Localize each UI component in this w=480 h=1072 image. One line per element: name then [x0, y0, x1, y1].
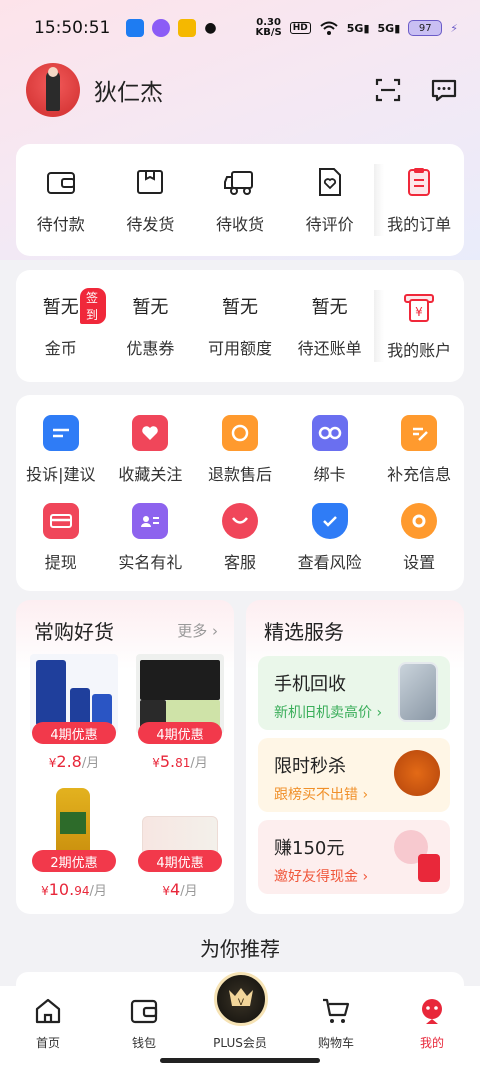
account-icon: ¥ — [404, 294, 435, 322]
order-pending-receipt[interactable]: 待收货 — [195, 144, 285, 256]
product-price: ¥2.8/月 — [48, 752, 100, 771]
battery-icon: 97 — [408, 20, 443, 36]
plus-member-icon[interactable]: V — [214, 972, 268, 1026]
frequent-goods-title: 常购好货 — [34, 620, 114, 644]
red-envelope-image — [418, 854, 440, 882]
asset-coupons[interactable]: 暂无 优惠券 — [106, 270, 196, 382]
wifi-icon — [320, 21, 338, 35]
tab-home[interactable]: 首页 — [0, 986, 96, 1072]
shield-icon — [311, 503, 348, 539]
tool-supplement-info[interactable]: 补充信息 — [374, 415, 464, 503]
checkin-badge[interactable]: 签到 — [80, 288, 106, 324]
product-price: ¥10.94/月 — [41, 880, 107, 899]
asset-credit[interactable]: 暂无 可用额度 — [195, 270, 285, 382]
hd-icon: HD — [289, 22, 311, 34]
status-time: 15:50:51 — [34, 18, 111, 38]
product-card[interactable]: 4期优惠 ¥2.8/月 — [24, 654, 124, 771]
signal-5g-1-icon: 5G▮ — [346, 21, 370, 35]
product-price: ¥4/月 — [162, 880, 198, 899]
installment-tag: 4期优惠 — [32, 722, 116, 744]
installment-tag: 4期优惠 — [138, 850, 222, 872]
more-notifications-icon: ● — [204, 20, 217, 36]
frequent-goods-card: 常购好货 更多 › 4期优惠 ¥2.8/月 4期优惠 ¥5.81/月 2期优惠 … — [16, 600, 234, 914]
username: 狄仁杰 — [94, 80, 163, 106]
network-speed: 0.30 KB/S — [255, 17, 282, 38]
id-card-icon — [132, 503, 169, 539]
asset-coins[interactable]: 签到 暂无 金币 — [16, 270, 106, 382]
assets-card: 签到 暂无 金币 暂无 优惠券 暂无 可用额度 暂无 待还账单 ¥ 我的账户 — [16, 270, 464, 382]
complaint-icon — [42, 415, 79, 451]
my-account[interactable]: ¥ 我的账户 — [374, 270, 464, 382]
home-icon — [35, 998, 61, 1024]
favorite-icon — [132, 415, 169, 451]
avatar[interactable] — [26, 63, 80, 117]
wallet-tab-icon — [130, 999, 158, 1024]
tool-realname[interactable]: 实名有礼 — [106, 503, 196, 591]
asset-bills[interactable]: 暂无 待还账单 — [285, 270, 375, 382]
signal-5g-2-icon: 5G▮ — [377, 21, 401, 35]
service-flash-sale[interactable]: 限时秒杀 跟榜买不出错 › — [258, 738, 450, 812]
refund-icon — [221, 415, 258, 451]
order-pending-review[interactable]: 待评价 — [285, 144, 375, 256]
charging-icon: ⚡ — [450, 21, 458, 35]
gear-icon — [401, 503, 438, 539]
bind-card-icon — [311, 415, 348, 451]
review-icon — [318, 168, 341, 196]
phone-image — [398, 662, 438, 722]
cart-icon — [323, 998, 350, 1023]
svg-text:V: V — [238, 998, 245, 1008]
tool-complaint[interactable]: 投诉|建议 — [16, 415, 106, 503]
truck-icon — [223, 171, 253, 195]
service-icon — [221, 503, 258, 539]
featured-services-title: 精选服务 — [264, 620, 344, 644]
installment-tag: 4期优惠 — [138, 722, 222, 744]
message-icon[interactable] — [430, 76, 458, 104]
tool-refund[interactable]: 退款售后 — [195, 415, 285, 503]
tool-settings[interactable]: 设置 — [374, 503, 464, 591]
svg-text:¥: ¥ — [415, 305, 423, 319]
product-card[interactable]: 4期优惠 ¥5.81/月 — [130, 654, 230, 771]
service-phone-recycle[interactable]: 手机回收 新机旧机卖高价 › — [258, 656, 450, 730]
profile-icon — [422, 999, 442, 1024]
scan-icon[interactable] — [374, 76, 402, 104]
product-card[interactable]: 2期优惠 ¥10.94/月 — [24, 784, 124, 899]
mail-notification-icon — [178, 19, 197, 37]
tool-risk[interactable]: 查看风险 — [285, 503, 375, 591]
featured-services-card: 精选服务 手机回收 新机旧机卖高价 › 限时秒杀 跟榜买不出错 › 赚150元 … — [246, 600, 464, 914]
tools-card: 投诉|建议 收藏关注 退款售后 绑卡 补充信息 提现 实名有礼 客服 查看风险 … — [16, 395, 464, 591]
product-card[interactable]: 4期优惠 ¥4/月 — [130, 784, 230, 899]
tool-withdraw[interactable]: 提现 — [16, 503, 106, 591]
more-link[interactable]: 更多 › — [177, 620, 218, 641]
status-bar: 15:50:51 ● 0.30 KB/S HD 5G▮ 5G▮ 97 ⚡ — [0, 0, 480, 56]
chat-notification-icon — [152, 19, 171, 37]
profile-header: 狄仁杰 — [26, 62, 458, 118]
wallet-icon — [46, 172, 75, 194]
package-icon — [137, 170, 164, 194]
recommend-title: 为你推荐 — [200, 937, 280, 961]
order-list-icon — [408, 168, 431, 196]
tab-mine[interactable]: 我的 — [384, 986, 480, 1072]
edit-info-icon — [401, 415, 438, 451]
withdraw-icon — [42, 503, 79, 539]
snack-image — [394, 750, 440, 796]
order-pending-payment[interactable]: 待付款 — [16, 144, 106, 256]
my-orders[interactable]: 我的订单 — [374, 144, 464, 256]
app-notification-icon — [126, 19, 145, 37]
tool-bind-card[interactable]: 绑卡 — [285, 415, 375, 503]
service-invite-friends[interactable]: 赚150元 邀好友得现金 › — [258, 820, 450, 894]
orders-card: 待付款 待发货 待收货 待评价 我的订单 — [16, 144, 464, 256]
tool-customer-service[interactable]: 客服 — [195, 503, 285, 591]
product-price: ¥5.81/月 — [152, 752, 208, 771]
installment-tag: 2期优惠 — [32, 850, 116, 872]
home-indicator — [160, 1058, 320, 1063]
tool-favorites[interactable]: 收藏关注 — [106, 415, 196, 503]
order-pending-shipment[interactable]: 待发货 — [106, 144, 196, 256]
